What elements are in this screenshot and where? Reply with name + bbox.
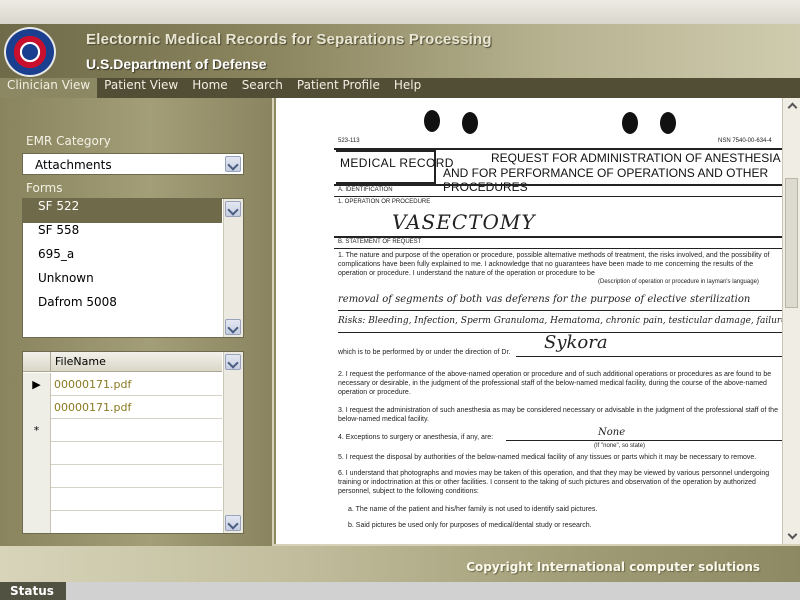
form-item-unknown[interactable]: Unknown <box>23 271 222 295</box>
table-row[interactable]: ▶ 00000171.pdf <box>23 373 222 396</box>
paragraph-5: 5. I request the disposal by authorities… <box>338 454 757 461</box>
chevron-up-icon[interactable] <box>786 100 798 112</box>
rule <box>334 236 782 238</box>
forms-list[interactable]: SF 522 SF 558 695_a Unknown Dafrom 5008 <box>22 198 244 338</box>
table-row-empty <box>23 488 222 511</box>
condition-b: b. Said pictures be used only for purpos… <box>348 522 592 529</box>
nsn-number: NSN 7540-00-634-4 <box>718 138 772 144</box>
menu-bar: Clinician View Patient View Home Search … <box>0 78 800 98</box>
row-marker <box>23 396 51 419</box>
chevron-down-icon[interactable] <box>225 201 241 217</box>
file-link[interactable]: 00000171.pdf <box>54 401 131 414</box>
chevron-down-icon[interactable] <box>225 354 241 370</box>
rule <box>334 196 782 197</box>
new-row-marker: * <box>23 419 51 442</box>
document-viewer[interactable]: 523-113 NSN 7540-00-634-4 MEDICAL RECORD… <box>274 98 782 544</box>
viewer-scrollbar[interactable] <box>782 98 800 544</box>
file-link[interactable]: 00000171.pdf <box>54 378 131 391</box>
table-row-empty <box>23 465 222 488</box>
rule <box>506 440 782 441</box>
menu-clinician-view[interactable]: Clinician View <box>0 78 98 98</box>
grid-corner <box>23 352 51 372</box>
paragraph-1: 1. The nature and purpose of the operati… <box>338 252 770 277</box>
scrollbar-thumb[interactable] <box>785 178 798 308</box>
condition-a: a. The name of the patient and his/her f… <box>348 506 598 513</box>
section-b-heading: B. STATEMENT OF REQUEST <box>338 239 422 245</box>
dod-seal-icon <box>4 27 56 77</box>
punch-hole <box>424 110 440 132</box>
form-title-line2: AND FOR PERFORMANCE OF OPERATIONS AND OT… <box>443 166 769 194</box>
layman-note: (Description of operation or procedure i… <box>598 279 759 285</box>
table-row-new[interactable]: * <box>23 419 222 442</box>
punch-hole <box>622 112 638 134</box>
doctor-handwritten: Sykora <box>544 332 608 353</box>
paragraph-6: 6. I understand that photographs and mov… <box>338 470 770 495</box>
handwritten-description: removal of segments of both vas deferens… <box>338 294 751 305</box>
operation-label: 1. OPERATION OR PROCEDURE <box>338 199 431 205</box>
paragraph-3: 3. I request the administration of such … <box>338 407 778 423</box>
form-item-695a[interactable]: 695_a <box>23 247 222 271</box>
table-row-empty <box>23 511 222 533</box>
punch-hole <box>462 112 478 134</box>
org-title: U.S.Department of Defense <box>86 56 267 72</box>
file-grid-scrollbar[interactable] <box>223 352 243 533</box>
medical-record-label: MEDICAL RECORD <box>340 156 454 170</box>
copyright-text: Copyright International computer solutio… <box>466 560 760 574</box>
menu-search[interactable]: Search <box>235 78 290 98</box>
operation-handwritten: VASECTOMY <box>392 210 536 234</box>
table-row[interactable]: 00000171.pdf <box>23 396 222 419</box>
top-strip <box>0 0 800 24</box>
paragraph-2: 2. I request the performance of the abov… <box>338 371 772 396</box>
rule <box>516 356 782 357</box>
forms-scrollbar[interactable] <box>223 199 243 337</box>
chevron-down-icon[interactable] <box>786 530 798 542</box>
emr-category-label: EMR Category <box>26 134 111 148</box>
punch-hole <box>660 112 676 134</box>
menu-home[interactable]: Home <box>185 78 234 98</box>
table-row-empty <box>23 442 222 465</box>
section-a-heading: A. IDENTIFICATION <box>338 187 393 193</box>
menu-help[interactable]: Help <box>387 78 428 98</box>
form-title-line1: REQUEST FOR ADMINISTRATION OF ANESTHESIA <box>491 151 781 165</box>
form-item-sf522[interactable]: SF 522 <box>23 199 222 223</box>
status-bar: Status <box>0 582 800 600</box>
none-note: (If "none", so state) <box>594 443 645 449</box>
app-window: Electornic Medical Records for Separatio… <box>0 0 800 600</box>
emr-category-value: Attachments <box>35 158 112 172</box>
chevron-down-icon[interactable] <box>225 515 241 531</box>
chevron-down-icon[interactable] <box>225 319 241 335</box>
rule <box>338 310 782 311</box>
menu-patient-profile[interactable]: Patient Profile <box>290 78 387 98</box>
scanned-document: 523-113 NSN 7540-00-634-4 MEDICAL RECORD… <box>276 98 782 544</box>
menu-patient-view[interactable]: Patient View <box>97 78 185 98</box>
form-item-sf558[interactable]: SF 558 <box>23 223 222 247</box>
footer: Copyright International computer solutio… <box>0 546 800 582</box>
direction-text: which is to be performed by or under the… <box>338 349 511 356</box>
emr-category-select[interactable]: Attachments <box>22 153 244 175</box>
row-current-marker: ▶ <box>23 373 51 396</box>
chevron-down-icon[interactable] <box>225 156 241 172</box>
file-grid-header: FileName <box>23 352 222 372</box>
filename-column-header[interactable]: FileName <box>55 355 106 368</box>
rule <box>334 184 782 186</box>
file-grid[interactable]: FileName ▶ 00000171.pdf 00000171.pdf * <box>22 351 244 534</box>
form-number: 523-113 <box>338 138 360 144</box>
none-handwritten: None <box>598 427 626 438</box>
rule <box>334 248 782 249</box>
forms-label: Forms <box>26 181 63 195</box>
handwritten-risks: Risks: Bleeding, Infection, Sperm Granul… <box>338 316 782 326</box>
app-title: Electornic Medical Records for Separatio… <box>86 31 492 48</box>
status-label: Status <box>0 582 66 600</box>
form-item-dafrom5008[interactable]: Dafrom 5008 <box>23 295 222 319</box>
